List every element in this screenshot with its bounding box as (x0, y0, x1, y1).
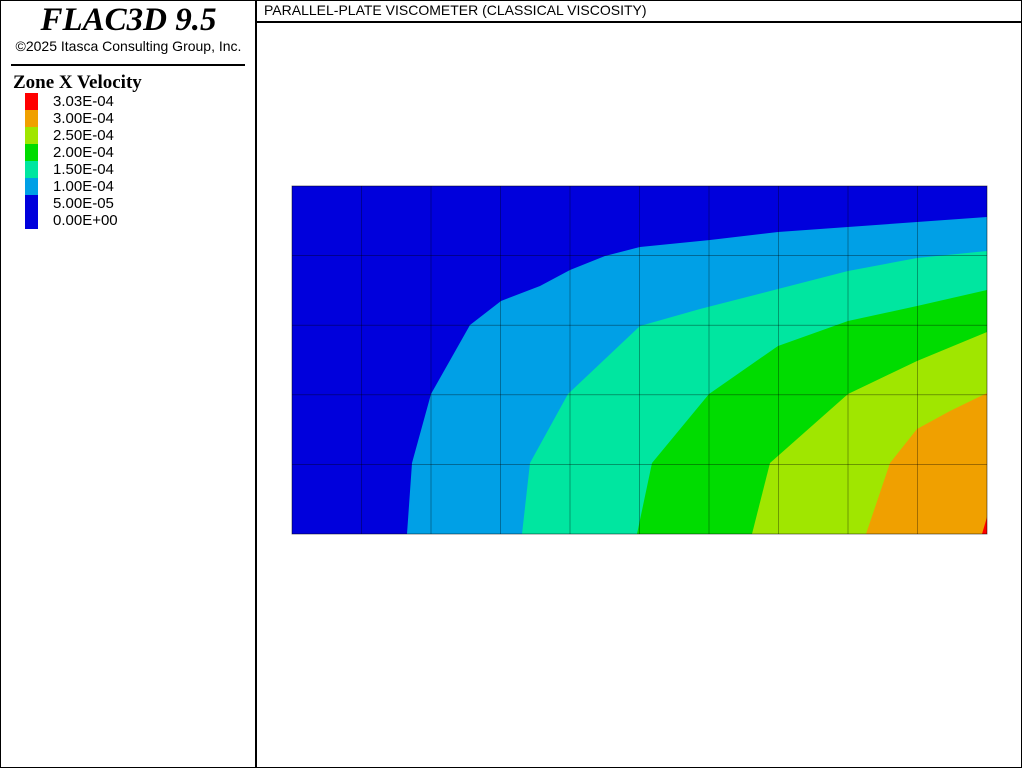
legend-swatch (25, 161, 38, 178)
legend-swatch (25, 178, 38, 195)
plot-viewport[interactable] (257, 0, 1022, 768)
legend-label: 3.00E-04 (53, 110, 114, 127)
legend-label: 5.00E-05 (53, 195, 114, 212)
legend-label: 1.00E-04 (53, 178, 114, 195)
app-title: FLAC3D 9.5 (40, 2, 217, 38)
legend-swatch (25, 195, 38, 212)
legend-label: 2.50E-04 (53, 127, 114, 144)
legend-swatch (25, 110, 38, 127)
panel-divider (255, 0, 257, 768)
legend-title: Zone X Velocity (13, 72, 142, 93)
legend-panel: FLAC3D 9.5 ©2025 Itasca Consulting Group… (0, 0, 257, 768)
legend-swatch (25, 93, 38, 110)
legend-swatch (25, 144, 38, 161)
header-divider (11, 64, 245, 66)
velocity-contour-plot (291, 185, 988, 535)
plot-title: PARALLEL-PLATE VISCOMETER (CLASSICAL VIS… (264, 2, 647, 18)
legend-label: 0.00E+00 (53, 212, 118, 229)
legend-swatch (25, 212, 38, 229)
legend-label: 2.00E-04 (53, 144, 114, 161)
copyright-text: ©2025 Itasca Consulting Group, Inc. (15, 38, 242, 54)
legend-swatch (25, 127, 38, 144)
plot-title-bar: PARALLEL-PLATE VISCOMETER (CLASSICAL VIS… (257, 0, 1022, 23)
legend-label: 1.50E-04 (53, 161, 114, 178)
legend-label: 3.03E-04 (53, 93, 114, 110)
